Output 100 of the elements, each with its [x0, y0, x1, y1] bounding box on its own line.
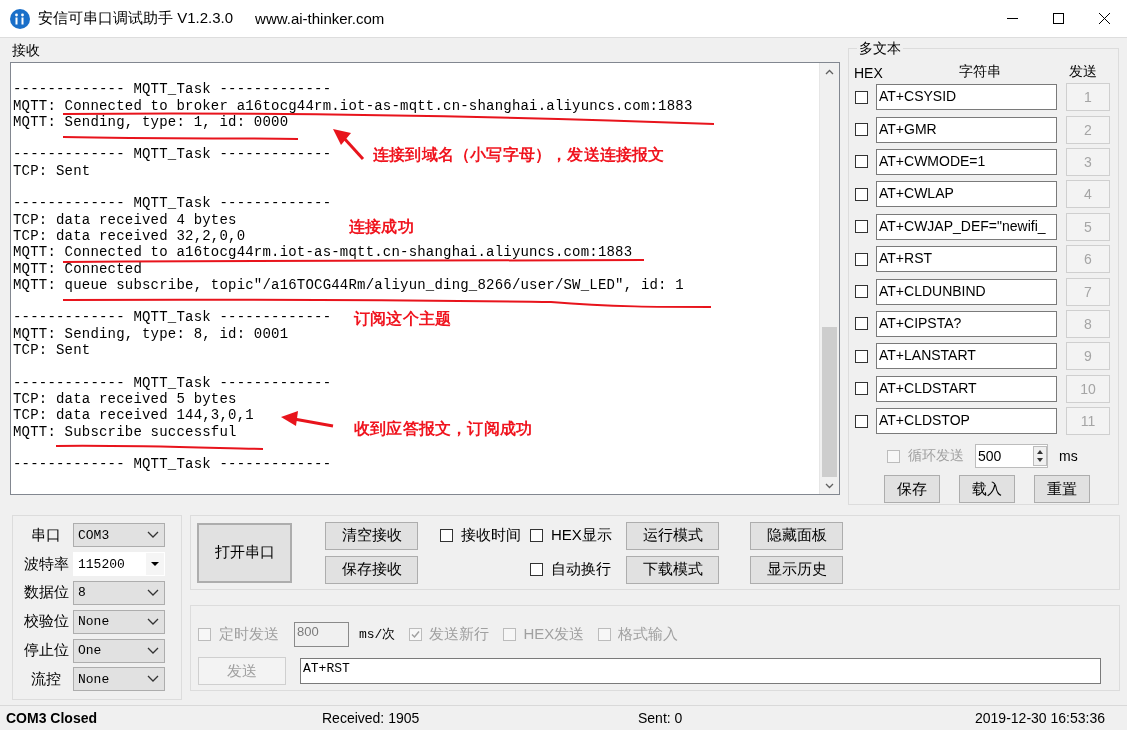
- interval-field[interactable]: 800: [294, 621, 349, 647]
- command-field[interactable]: AT+LANSTART: [876, 343, 1057, 370]
- setting-label: 流控: [30, 669, 62, 689]
- annotation-text: 连接到域名（小写字母），发送连接报文: [373, 145, 665, 166]
- group-label: 接收: [11, 41, 41, 60]
- log-line: MQTT: Connected to a16tocg44rm.iot-as-mqtt.cn-shanghai.aliyuncs.com:1883: [13, 244, 633, 261]
- port-status: COM3 Closed: [6, 710, 97, 726]
- setting-label: 串口: [30, 525, 62, 545]
- checkbox-label: 循环发送: [908, 447, 964, 466]
- log-line: ------------- MQTT_Task -------------: [13, 309, 332, 326]
- command-field[interactable]: AT+CLDSTOP: [876, 408, 1057, 435]
- panel-button[interactable]: 显示历史: [750, 555, 843, 584]
- app-logo-icon: [10, 8, 30, 29]
- received-count: Received: 1905: [322, 710, 420, 726]
- log-line: MQTT: Sending, type: 1, id: 0000: [13, 113, 289, 130]
- checkbox[interactable]: [855, 155, 868, 169]
- log-line: ------------- MQTT_Task -------------: [13, 81, 332, 98]
- checkbox[interactable]: [855, 252, 868, 266]
- setting-dropdown[interactable]: None: [73, 667, 165, 692]
- group-title: 多文本: [857, 39, 903, 57]
- open-port-button[interactable]: 打开串口: [197, 522, 292, 583]
- checkbox[interactable]: [855, 220, 868, 234]
- chevron-down-icon: [146, 616, 160, 627]
- setting-dropdown[interactable]: COM3: [73, 523, 165, 548]
- log-line: MQTT: Connected to broker a16tocg44rm.iot-as-mqtt.cn-shanghai.aliyuncs.com:1883: [13, 97, 693, 114]
- panel-button[interactable]: 保存: [884, 475, 940, 504]
- annotation-text: 收到应答报文，订阅成功: [354, 419, 533, 440]
- command-field[interactable]: AT+GMR: [876, 116, 1057, 143]
- mode-button[interactable]: 下载模式: [626, 555, 719, 584]
- unit-label: ms: [1059, 448, 1078, 465]
- checkbox-label: 定时发送: [219, 624, 279, 644]
- receive-log[interactable]: [10, 62, 840, 495]
- command-field[interactable]: AT+CWMODE=1: [876, 148, 1057, 175]
- website-url: www.ai-thinker.com: [255, 10, 385, 27]
- scrollbar[interactable]: [819, 63, 839, 494]
- checkbox[interactable]: [855, 123, 868, 137]
- command-field[interactable]: AT+CWJAP_DEF="newifi_: [876, 213, 1057, 240]
- panel-button[interactable]: 载入: [959, 475, 1015, 504]
- panel-button[interactable]: 重置: [1034, 475, 1090, 504]
- log-line: MQTT: Connected: [13, 260, 143, 277]
- arrow: [281, 411, 334, 428]
- send-input-field[interactable]: AT+RST: [300, 658, 1101, 684]
- log-line: TCP: data received 5 bytes: [13, 390, 237, 407]
- setting-dropdown[interactable]: 8: [73, 581, 165, 605]
- checkbox[interactable]: [440, 529, 453, 542]
- setting-label: 数据位: [22, 583, 70, 603]
- setting-dropdown[interactable]: One: [73, 638, 165, 663]
- scroll-up-icon[interactable]: [825, 68, 834, 75]
- column-header: 字符串: [959, 63, 1001, 79]
- arrow: [333, 129, 365, 160]
- command-field[interactable]: AT+CIPSTA?: [876, 310, 1057, 337]
- checkbox[interactable]: [855, 317, 868, 331]
- setting-label: 校验位: [22, 612, 70, 632]
- setting-dropdown[interactable]: None: [73, 609, 165, 634]
- command-field[interactable]: AT+CSYSID: [876, 84, 1057, 111]
- checkbox[interactable]: [530, 563, 543, 576]
- spin-arrows-icon[interactable]: [1033, 446, 1047, 467]
- setting-label: 停止位: [22, 641, 70, 661]
- checkbox[interactable]: [855, 90, 868, 104]
- log-line: TCP: data received 32,2,0,0: [13, 227, 246, 244]
- command-field[interactable]: AT+CLDUNBIND: [876, 278, 1057, 305]
- log-line: ------------- MQTT_Task -------------: [13, 195, 332, 212]
- command-field[interactable]: AT+CLDSTART: [876, 375, 1057, 402]
- setting-label: 波特率: [22, 554, 70, 574]
- timestamp: 2019-12-30 16:53:36: [975, 710, 1105, 726]
- log-line: MQTT: queue subscribe, topic"/a16TOCG44Rm/aliyun_ding_8266/user/SW_LED", id: 1: [13, 276, 684, 293]
- annotation-text: 连接成功: [349, 217, 414, 238]
- log-line: TCP: data received 4 bytes: [13, 211, 237, 228]
- close-icon[interactable]: [1098, 13, 1110, 24]
- log-line: MQTT: Subscribe successful: [13, 423, 237, 440]
- checkbox[interactable]: [855, 414, 868, 428]
- baud-rate-combo[interactable]: 115200: [73, 552, 165, 577]
- scroll-down-icon[interactable]: [825, 482, 834, 489]
- log-line: ------------- MQTT_Task -------------: [13, 374, 332, 391]
- checkbox-label: HEX发送: [523, 624, 585, 644]
- checkbox[interactable]: [855, 382, 868, 396]
- checkbox[interactable]: [855, 285, 868, 299]
- mode-button[interactable]: 运行模式: [626, 521, 719, 550]
- checkbox-label: 接收时间: [461, 526, 521, 545]
- annotation-text: 订阅这个主题: [354, 309, 452, 330]
- command-field[interactable]: AT+RST: [876, 246, 1057, 273]
- log-line: TCP: Sent: [13, 162, 91, 179]
- chevron-down-icon: [146, 645, 160, 656]
- checkbox-label: 格式输入: [618, 624, 679, 644]
- checkbox[interactable]: [530, 529, 543, 542]
- dropdown-icon[interactable]: [151, 562, 159, 567]
- maximize-icon[interactable]: [1052, 13, 1064, 24]
- checkbox-label: HEX显示: [551, 526, 612, 545]
- log-line: TCP: Sent: [13, 342, 91, 359]
- command-field[interactable]: AT+CWLAP: [876, 181, 1057, 208]
- chevron-down-icon: [146, 588, 160, 598]
- receive-button[interactable]: 清空接收: [325, 521, 418, 550]
- receive-button[interactable]: 保存接收: [325, 555, 418, 584]
- column-header: 发送: [1069, 63, 1097, 79]
- log-line: MQTT: Sending, type: 8, id: 0001: [13, 325, 289, 342]
- log-line: ------------- MQTT_Task -------------: [13, 146, 332, 163]
- checkbox[interactable]: [855, 187, 868, 201]
- panel-button[interactable]: 隐藏面板: [750, 521, 843, 550]
- checkbox[interactable]: [855, 349, 868, 363]
- log-line: TCP: data received 144,3,0,1: [13, 407, 254, 424]
